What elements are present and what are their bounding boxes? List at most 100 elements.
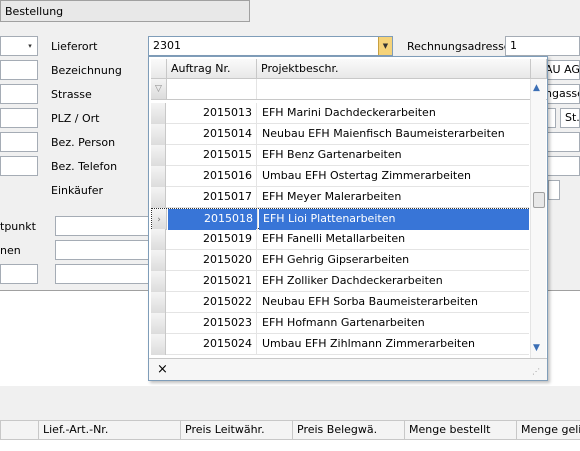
left-combo[interactable]: ▾ [0, 36, 38, 56]
lieferort-label: Lieferort [51, 40, 98, 53]
grid-header: Lief.-Art.-Nr. Preis Leitwähr. Preis Bel… [0, 420, 580, 441]
row-indicator[interactable] [151, 187, 166, 208]
row-auftrag-nr: 2015018 [168, 209, 258, 230]
combo-3[interactable] [55, 264, 150, 284]
left-field-1[interactable] [0, 60, 38, 80]
row-projektbeschr: EFH Lioi Plattenarbeiten [259, 209, 529, 230]
scroll-up-icon[interactable]: ▲ [533, 83, 540, 93]
lieferort-dropdown[interactable]: Auftrag Nr. Projektbeschr. ▽ 2015013 EFH … [148, 56, 548, 381]
dropdown-col-projektbeschr[interactable]: Projektbeschr. [257, 59, 531, 79]
dropdown-row[interactable]: 2015022 Neubau EFH Sorba Baumeisterarbeit… [151, 292, 529, 313]
filter-cell-nr[interactable] [167, 79, 257, 99]
grid-col-menge-geliefert[interactable]: Menge gelief [516, 421, 580, 441]
row-auftrag-nr: 2015022 [167, 292, 257, 313]
left-label-1: tpunkt [0, 220, 36, 233]
chevron-right-icon[interactable]: › [152, 209, 167, 230]
grid-body[interactable] [0, 440, 580, 451]
resize-grip-icon[interactable]: ⋰ [532, 367, 540, 376]
bezeichnung-label: Bezeichnung [51, 64, 122, 77]
row-projektbeschr: EFH Fanelli Metallarbeiten [262, 232, 406, 245]
row-indicator[interactable] [151, 271, 166, 292]
scroll-down-icon[interactable]: ▼ [533, 343, 540, 353]
row-projektbeschr: Umbau EFH Ostertag Zimmerarbeiten [262, 169, 471, 182]
grid-col-preis-leitwaehr[interactable]: Preis Leitwähr. [180, 421, 292, 441]
row-indicator[interactable] [151, 229, 166, 250]
dropdown-row[interactable]: 2015024 Umbau EFH Zihlmann Zimmerarbeiten [151, 334, 529, 355]
row-indicator[interactable] [151, 313, 166, 334]
dropdown-header-indicator [151, 59, 167, 79]
row-projektbeschr: EFH Hofmann Gartenarbeiten [262, 316, 425, 329]
dropdown-row[interactable]: 2015020 EFH Gehrig Gipserarbeiten [151, 250, 529, 271]
chevron-down-icon[interactable]: ▾ [23, 37, 37, 55]
close-icon[interactable]: × [157, 362, 168, 377]
row-projektbeschr: EFH Benz Gartenarbeiten [262, 148, 402, 161]
funnel-icon[interactable]: ▽ [151, 79, 167, 99]
grid-col-menge-bestellt[interactable]: Menge bestellt [404, 421, 516, 441]
combo-2[interactable] [55, 240, 150, 260]
left-field-3[interactable] [0, 108, 38, 128]
rechnungsadresse-field[interactable]: 1 [505, 36, 580, 56]
filter-row[interactable]: ▽ [151, 79, 547, 100]
dropdown-row[interactable]: 2015021 EFH Zolliker Dachdeckerarbeiten [151, 271, 529, 292]
row-indicator[interactable] [151, 145, 166, 166]
window-title-bar: Bestellung [0, 0, 250, 22]
row-auftrag-nr: 2015020 [167, 250, 257, 271]
row-projektbeschr: EFH Marini Dachdeckerarbeiten [262, 106, 436, 119]
dropdown-row[interactable]: › 2015018 EFH Lioi Plattenarbeiten [151, 208, 529, 230]
row-auftrag-nr: 2015013 [167, 103, 257, 124]
row-projektbeschr: EFH Meyer Malerarbeiten [262, 190, 402, 203]
row-indicator[interactable] [151, 103, 166, 124]
row-auftrag-nr: 2015016 [167, 166, 257, 187]
left-label-2: nen [0, 244, 21, 257]
row-indicator[interactable] [151, 250, 166, 271]
vertical-scrollbar[interactable]: ▲ ▼ [530, 79, 546, 379]
lieferort-value: 2301 [153, 39, 181, 52]
bez-telefon-label: Bez. Telefon [51, 160, 118, 173]
filter-cell-desc[interactable] [257, 79, 531, 99]
row-auftrag-nr: 2015014 [167, 124, 257, 145]
left-field-4[interactable] [0, 132, 38, 152]
right-field-6[interactable] [548, 180, 560, 200]
combo-1[interactable] [55, 216, 150, 236]
left-field-6[interactable] [0, 264, 38, 284]
dropdown-row[interactable]: 2015019 EFH Fanelli Metallarbeiten [151, 229, 529, 250]
row-projektbeschr: Neubau EFH Sorba Baumeisterarbeiten [262, 295, 478, 308]
row-auftrag-nr: 2015019 [167, 229, 257, 250]
dropdown-footer: × ⋰ [149, 358, 547, 380]
row-projektbeschr: EFH Zolliker Dachdeckerarbeiten [262, 274, 443, 287]
grid-col-lief-art-nr[interactable]: Lief.-Art.-Nr. [38, 421, 180, 441]
strasse-label: Strasse [51, 88, 92, 101]
row-indicator[interactable] [151, 166, 166, 187]
scroll-thumb[interactable] [533, 192, 545, 208]
row-projektbeschr: Umbau EFH Zihlmann Zimmerarbeiten [262, 337, 475, 350]
lieferort-combo[interactable]: 2301 ▼ [148, 36, 393, 56]
row-auftrag-nr: 2015015 [167, 145, 257, 166]
grid-col-lead [0, 421, 38, 441]
row-indicator[interactable] [151, 292, 166, 313]
row-projektbeschr: Neubau EFH Maienfisch Baumeisterarbeiten [262, 127, 505, 140]
einkaeufer-label: Einkäufer [51, 184, 104, 197]
row-auftrag-nr: 2015021 [167, 271, 257, 292]
dropdown-row[interactable]: 2015014 Neubau EFH Maienfisch Baumeistera… [151, 124, 529, 145]
dropdown-header-corner [531, 59, 547, 79]
row-auftrag-nr: 2015024 [167, 334, 257, 355]
dropdown-row[interactable]: 2015013 EFH Marini Dachdeckerarbeiten [151, 103, 529, 124]
grid-col-preis-belegwae[interactable]: Preis Belegwä. [292, 421, 404, 441]
dropdown-row[interactable]: 2015016 Umbau EFH Ostertag Zimmerarbeiten [151, 166, 529, 187]
window-title: Bestellung [5, 5, 64, 18]
row-auftrag-nr: 2015017 [167, 187, 257, 208]
left-field-5[interactable] [0, 156, 38, 176]
dropdown-row[interactable]: 2015015 EFH Benz Gartenarbeiten [151, 145, 529, 166]
left-field-2[interactable] [0, 84, 38, 104]
dropdown-row[interactable]: 2015023 EFH Hofmann Gartenarbeiten [151, 313, 529, 334]
dropdown-col-auftrag-nr[interactable]: Auftrag Nr. [167, 59, 257, 79]
rechnungsadresse-label: Rechnungsadresse [407, 40, 511, 53]
plz-ort-label: PLZ / Ort [51, 112, 100, 125]
chevron-down-icon[interactable]: ▼ [378, 37, 392, 55]
row-indicator[interactable] [151, 124, 166, 145]
dropdown-row[interactable]: 2015017 EFH Meyer Malerarbeiten [151, 187, 529, 208]
row-indicator[interactable] [151, 334, 166, 355]
right-field-3[interactable]: St. [560, 108, 580, 128]
row-auftrag-nr: 2015023 [167, 313, 257, 334]
bez-person-label: Bez. Person [51, 136, 116, 149]
